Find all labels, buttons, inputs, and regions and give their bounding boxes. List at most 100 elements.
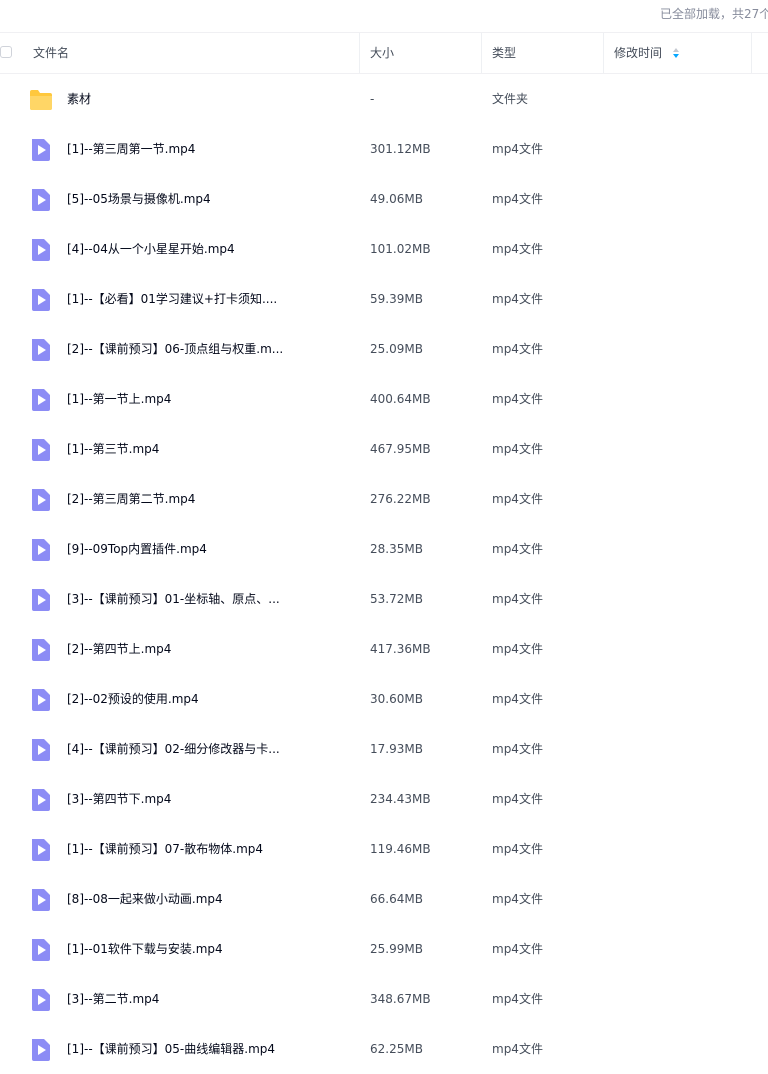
file-row[interactable]: [2]--【课前预习】06-顶点组与权重.m... 25.09MB mp4文件: [0, 324, 768, 374]
file-row[interactable]: [1]--第一节上.mp4 400.64MB mp4文件: [0, 374, 768, 424]
file-row[interactable]: [9]--09Top内置插件.mp4 28.35MB mp4文件: [0, 524, 768, 574]
column-divider: [481, 33, 482, 73]
file-type: mp4文件: [492, 292, 543, 306]
column-header-name[interactable]: 文件名: [33, 33, 69, 73]
file-row[interactable]: [8]--08一起来做小动画.mp4 66.64MB mp4文件: [0, 874, 768, 924]
file-name[interactable]: [1]--01软件下载与安装.mp4: [67, 924, 223, 974]
video-file-icon: [29, 939, 53, 961]
file-name[interactable]: [1]--【课前预习】07-散布物体.mp4: [67, 824, 263, 874]
file-name[interactable]: [1]--第一节上.mp4: [67, 374, 171, 424]
file-name[interactable]: [8]--08一起来做小动画.mp4: [67, 874, 223, 924]
video-file-icon: [29, 839, 53, 861]
file-type: mp4文件: [492, 842, 543, 856]
file-size: 276.22MB: [370, 492, 431, 506]
column-header-modified[interactable]: 修改时间: [614, 33, 662, 73]
file-name[interactable]: [2]--第四节上.mp4: [67, 624, 171, 674]
file-size: 49.06MB: [370, 192, 423, 206]
file-name[interactable]: [1]--【课前预习】05-曲线编辑器.mp4: [67, 1024, 275, 1074]
file-size: 25.09MB: [370, 342, 423, 356]
file-name[interactable]: [1]--第三节.mp4: [67, 424, 159, 474]
file-size: 66.64MB: [370, 892, 423, 906]
video-file-icon: [29, 1039, 53, 1061]
file-row[interactable]: [4]--04从一个小星星开始.mp4 101.02MB mp4文件: [0, 224, 768, 274]
file-size: 301.12MB: [370, 142, 431, 156]
file-type: mp4文件: [492, 142, 543, 156]
file-row[interactable]: [4]--【课前预习】02-细分修改器与卡... 17.93MB mp4文件: [0, 724, 768, 774]
file-row[interactable]: [3]--第四节下.mp4 234.43MB mp4文件: [0, 774, 768, 824]
column-header-type[interactable]: 类型: [492, 33, 516, 73]
file-type: mp4文件: [492, 792, 543, 806]
video-file-icon: [29, 989, 53, 1011]
file-type: mp4文件: [492, 392, 543, 406]
file-name[interactable]: [2]--【课前预习】06-顶点组与权重.m...: [67, 324, 283, 374]
file-list-header: 文件名 大小 类型 修改时间: [0, 32, 768, 74]
file-row[interactable]: [2]--第三周第二节.mp4 276.22MB mp4文件: [0, 474, 768, 524]
file-name[interactable]: [2]--第三周第二节.mp4: [67, 474, 195, 524]
video-file-icon: [29, 239, 53, 261]
sort-icon[interactable]: [672, 33, 680, 73]
video-file-icon: [29, 689, 53, 711]
file-type: 文件夹: [492, 92, 529, 106]
file-size: 234.43MB: [370, 792, 431, 806]
video-file-icon: [29, 539, 53, 561]
video-file-icon: [29, 189, 53, 211]
status-bar: 已全部加载，共27个: [0, 0, 768, 30]
file-name[interactable]: [2]--02预设的使用.mp4: [67, 674, 199, 724]
file-name[interactable]: [4]--04从一个小星星开始.mp4: [67, 224, 235, 274]
file-row[interactable]: [1]--【必看】01学习建议+打卡须知.... 59.39MB mp4文件: [0, 274, 768, 324]
file-size: 119.46MB: [370, 842, 431, 856]
column-divider: [751, 33, 752, 73]
column-divider: [359, 33, 360, 73]
video-file-icon: [29, 589, 53, 611]
file-size: 417.36MB: [370, 642, 431, 656]
video-file-icon: [29, 489, 53, 511]
load-status-text: 已全部加载，共27个: [660, 7, 768, 21]
file-size: 400.64MB: [370, 392, 431, 406]
file-type: mp4文件: [492, 592, 543, 606]
file-row[interactable]: [1]--第三节.mp4 467.95MB mp4文件: [0, 424, 768, 474]
file-row[interactable]: [5]--05场景与摄像机.mp4 49.06MB mp4文件: [0, 174, 768, 224]
column-header-size[interactable]: 大小: [370, 33, 394, 73]
file-size: 467.95MB: [370, 442, 431, 456]
file-row[interactable]: [3]--第二节.mp4 348.67MB mp4文件: [0, 974, 768, 1024]
video-file-icon: [29, 289, 53, 311]
file-size: 30.60MB: [370, 692, 423, 706]
file-size: 62.25MB: [370, 1042, 423, 1056]
file-row[interactable]: [1]--第三周第一节.mp4 301.12MB mp4文件: [0, 124, 768, 174]
file-row[interactable]: [1]--【课前预习】07-散布物体.mp4 119.46MB mp4文件: [0, 824, 768, 874]
file-type: mp4文件: [492, 442, 543, 456]
file-size: 348.67MB: [370, 992, 431, 1006]
select-all-checkbox[interactable]: [0, 46, 12, 58]
file-type: mp4文件: [492, 742, 543, 756]
file-name[interactable]: [3]--第四节下.mp4: [67, 774, 171, 824]
file-row[interactable]: [2]--02预设的使用.mp4 30.60MB mp4文件: [0, 674, 768, 724]
file-name[interactable]: [1]--第三周第一节.mp4: [67, 124, 195, 174]
file-name[interactable]: [5]--05场景与摄像机.mp4: [67, 174, 211, 224]
file-name[interactable]: [1]--【必看】01学习建议+打卡须知....: [67, 274, 277, 324]
file-type: mp4文件: [492, 542, 543, 556]
file-list: 素材 - 文件夹 [1]--第三周第一节.mp4 301.12MB mp4文件 [5]--0…: [0, 74, 768, 1074]
file-type: mp4文件: [492, 242, 543, 256]
file-size: 101.02MB: [370, 242, 431, 256]
file-row[interactable]: [2]--第四节上.mp4 417.36MB mp4文件: [0, 624, 768, 674]
video-file-icon: [29, 889, 53, 911]
file-row[interactable]: [1]--【课前预习】05-曲线编辑器.mp4 62.25MB mp4文件: [0, 1024, 768, 1074]
file-size: -: [370, 92, 375, 106]
video-file-icon: [29, 639, 53, 661]
file-row[interactable]: [1]--01软件下载与安装.mp4 25.99MB mp4文件: [0, 924, 768, 974]
file-type: mp4文件: [492, 342, 543, 356]
file-name[interactable]: [4]--【课前预习】02-细分修改器与卡...: [67, 724, 280, 774]
file-name[interactable]: [3]--第二节.mp4: [67, 974, 159, 1024]
file-name[interactable]: [3]--【课前预习】01-坐标轴、原点、...: [67, 574, 280, 624]
file-type: mp4文件: [492, 892, 543, 906]
file-name[interactable]: [9]--09Top内置插件.mp4: [67, 524, 207, 574]
file-row[interactable]: [3]--【课前预习】01-坐标轴、原点、... 53.72MB mp4文件: [0, 574, 768, 624]
video-file-icon: [29, 439, 53, 461]
file-row[interactable]: 素材 - 文件夹: [0, 74, 768, 124]
column-divider: [603, 33, 604, 73]
file-type: mp4文件: [492, 692, 543, 706]
video-file-icon: [29, 389, 53, 411]
file-size: 53.72MB: [370, 592, 423, 606]
video-file-icon: [29, 339, 53, 361]
file-name[interactable]: 素材: [67, 74, 91, 124]
